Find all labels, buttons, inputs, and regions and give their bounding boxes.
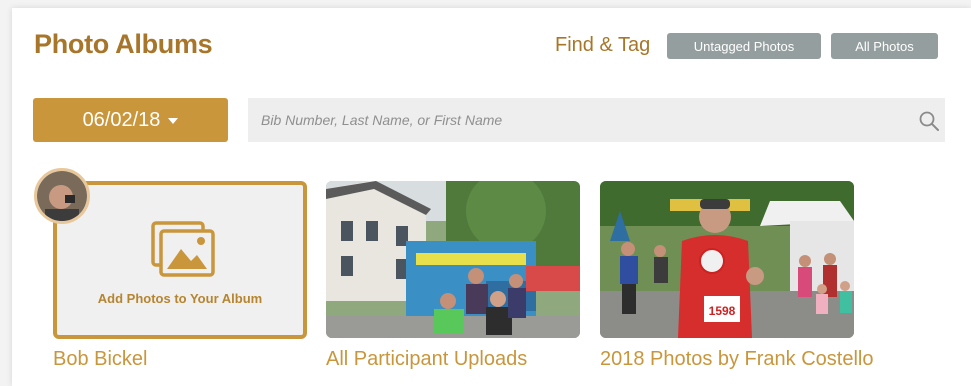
add-photos-album-card[interactable]: Add Photos to Your Album [53,181,307,339]
frank-costello-album-card[interactable]: 1598 [600,181,854,338]
bib-number: 1598 [709,304,736,318]
album-caption[interactable]: All Participant Uploads [326,348,527,371]
all-photos-button[interactable]: All Photos [831,33,938,59]
album-caption[interactable]: Bob Bickel [53,348,148,371]
date-value: 06/02/18 [82,108,161,131]
caret-down-icon [168,118,179,124]
find-tag-label: Find & Tag [555,34,651,56]
avatar [34,168,90,224]
add-photos-label: Add Photos to Your Album [97,291,263,306]
frank-costello-photo: 1598 [600,181,854,338]
page-title: Photo Albums [34,29,213,59]
search-input[interactable] [248,98,945,142]
participant-uploads-photo [326,181,580,338]
participant-uploads-album-card[interactable] [326,181,580,338]
search-icon[interactable] [918,110,940,132]
image-gallery-icon [151,221,215,277]
album-caption[interactable]: 2018 Photos by Frank Costello [600,348,874,371]
untagged-photos-button[interactable]: Untagged Photos [667,33,821,59]
date-dropdown[interactable]: 06/02/18 [33,98,228,142]
